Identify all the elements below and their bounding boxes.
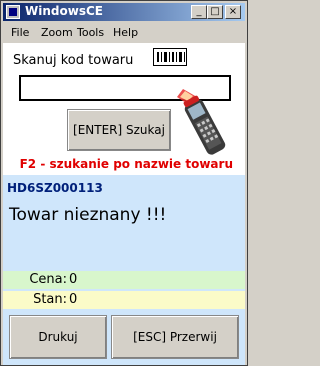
close-button[interactable]: × <box>225 5 241 19</box>
scanner-icon <box>177 89 226 155</box>
stock-row: Stan: 0 <box>3 291 245 309</box>
menu-file[interactable]: File <box>11 26 29 39</box>
price-value: 0 <box>69 272 78 287</box>
menu-zoom[interactable]: Zoom <box>41 26 73 39</box>
barcode-icon <box>153 48 187 66</box>
cancel-button[interactable]: [ESC] Przerwij <box>111 315 239 359</box>
minimize-button[interactable]: _ <box>191 5 207 19</box>
title-bar: WindowsCE _ □ × <box>3 3 245 21</box>
maximize-button[interactable]: □ <box>207 5 223 19</box>
menu-help[interactable]: Help <box>113 26 138 39</box>
hint-text: F2 - szukanie po nazwie towaru <box>19 157 233 171</box>
price-row: Cena: 0 <box>3 271 245 289</box>
stock-label: Stan: <box>33 292 67 307</box>
scan-label: Skanuj kod towaru <box>13 53 134 68</box>
print-button[interactable]: Drukuj <box>9 315 107 359</box>
menu-tools[interactable]: Tools <box>77 26 104 39</box>
menu-bar: File Zoom Tools Help <box>3 23 245 41</box>
product-code: HD6SZ000113 <box>7 181 103 195</box>
result-message: Towar nieznany !!! <box>9 205 167 225</box>
app-window: WindowsCE _ □ × File Zoom Tools Help Ska… <box>0 0 248 366</box>
client-area: Skanuj kod towaru [ENTER] Szukaj F2 - sz… <box>3 43 245 365</box>
stock-value: 0 <box>69 292 78 307</box>
search-button[interactable]: [ENTER] Szukaj <box>67 109 171 151</box>
price-label: Cena: <box>29 272 67 287</box>
app-icon <box>6 5 20 19</box>
window-title: WindowsCE <box>25 4 103 18</box>
